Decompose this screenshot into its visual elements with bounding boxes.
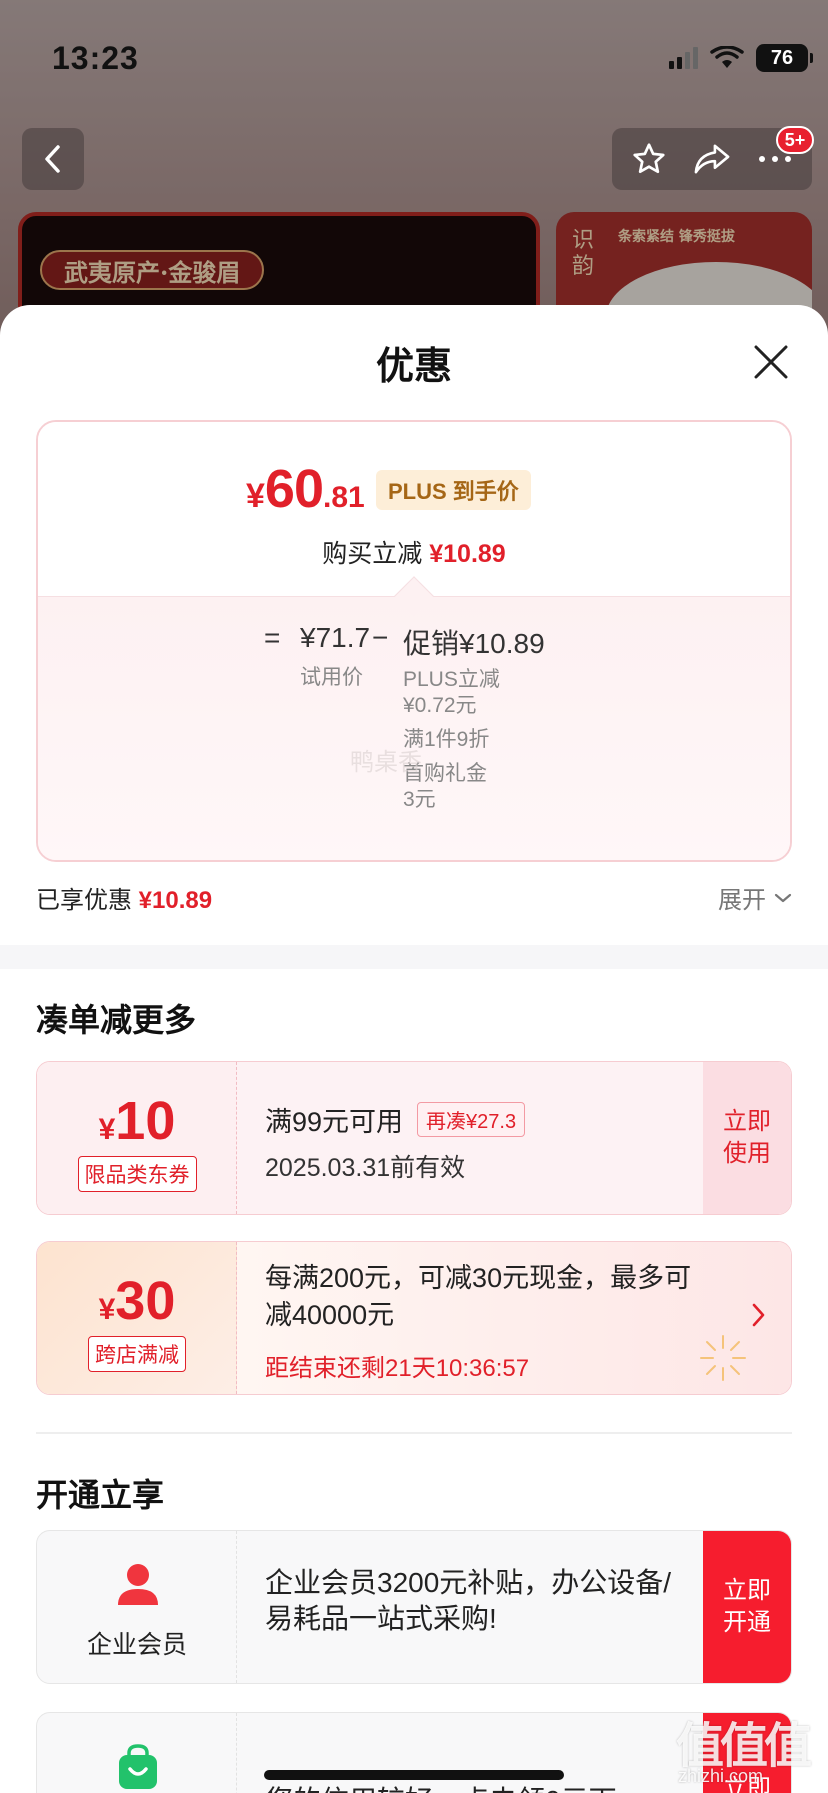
calc-detail-2: ¥0.72元 [403, 694, 477, 717]
divider-line [36, 1432, 792, 1434]
use-now-button[interactable]: 立即使用 [703, 1062, 791, 1214]
plus-price-tag: PLUS 到手价 [376, 470, 531, 510]
buy-minus-line: 购买立减 ¥10.89 [38, 534, 790, 570]
status-icons: 76 [669, 44, 813, 72]
price-breakdown-card: ¥ 60 .81 PLUS 到手价 购买立减 ¥10.89 = ¥71.7 试用… [36, 420, 792, 862]
site-watermark-url: zhizhi.com [678, 1766, 764, 1786]
calc-detail-5: 3元 [403, 788, 436, 811]
expand-label: 展开 [718, 887, 766, 914]
section-title-more: 凑单减更多 [36, 1002, 197, 1038]
price-currency: ¥ [246, 477, 265, 515]
coupon-amount: ¥30 [37, 1270, 237, 1332]
enterprise-member-card[interactable]: 企业会员 企业会员3200元补贴，办公设备/易耗品一站式采购! 立即开通 [36, 1530, 792, 1684]
calc-trial-label: 试用价 [300, 666, 363, 689]
calc-promo: 促销¥10.89 [403, 628, 545, 659]
watermark-text: 鸭桌香 [350, 749, 422, 776]
coupon-description: 每满200元，可减30元现金，最多可减40000元 [265, 1263, 692, 1330]
coupon-condition: 满99元可用 [265, 1107, 404, 1137]
status-bar: 13:23 76 [0, 0, 828, 120]
discount-sheet: 优惠 ¥ 60 .81 PLUS 到手价 购买立减 ¥10.89 = ¥71.7… [0, 305, 828, 1793]
coupon-extra-pill: 再凑¥27.3 [417, 1102, 526, 1137]
final-price: ¥ 60 .81 [246, 458, 365, 520]
coupon-tag: 跨店满减 [88, 1336, 186, 1372]
enjoyed-label: 已享优惠 [36, 887, 132, 914]
message-badge: 5+ [776, 126, 814, 154]
price-integer: 60 [264, 459, 324, 519]
calc-trial-price: ¥71.7 [300, 622, 371, 653]
expand-button[interactable]: 展开 [718, 880, 792, 915]
calc-minus: − [372, 622, 389, 653]
enjoyed-discount: 已享优惠 ¥10.89 [36, 880, 212, 915]
calc-detail-1: PLUS立减 [403, 668, 500, 691]
price-summary: ¥ 60 .81 PLUS 到手价 购买立减 ¥10.89 [38, 422, 790, 596]
coupon-value-panel: ¥10 限品类东券 [37, 1062, 237, 1214]
chevron-right-icon[interactable] [751, 1302, 767, 1328]
coupon-tag-wrap: 跨店满减 [37, 1336, 237, 1372]
share-button[interactable] [692, 139, 732, 179]
coupon-condition-line: 满99元可用 再凑¥27.3 [265, 1100, 526, 1139]
coupon-amount-number: 30 [115, 1271, 176, 1331]
back-button[interactable] [22, 128, 84, 190]
price-decimal: .81 [323, 481, 365, 514]
battery-icon: 76 [756, 44, 813, 72]
favorite-button[interactable] [629, 139, 669, 179]
coupon-value-panel: ¥30 跨店满减 [37, 1242, 237, 1394]
firework-icon [700, 1335, 746, 1381]
member-description: 企业会员3200元补贴，办公设备/易耗品一站式采购! [265, 1567, 672, 1634]
chevron-left-icon [45, 145, 60, 173]
section-divider [0, 945, 828, 969]
coupon-amount: ¥10 [37, 1090, 237, 1152]
coupon-currency: ¥ [98, 1113, 116, 1146]
enjoyed-value: ¥10.89 [138, 887, 213, 914]
signal-icon [669, 47, 698, 69]
member-icon-panel [37, 1713, 237, 1793]
share-icon [694, 144, 730, 174]
user-icon [118, 1564, 158, 1605]
section-title-open: 开通立享 [36, 1477, 165, 1513]
coupon-valid-date: 2025.03.31前有效 [265, 1154, 466, 1182]
buy-minus-label: 购买立减 [322, 540, 423, 568]
coupon-info: 每满200元，可减30元现金，最多可减40000元 距结束还剩21天10:36:… [237, 1242, 791, 1394]
more-dots-icon [758, 156, 791, 162]
chevron-down-icon [774, 893, 792, 902]
member-icon-panel: 企业会员 [37, 1531, 237, 1683]
close-icon[interactable] [750, 341, 792, 383]
calc-equals: = [264, 622, 281, 653]
buy-minus-value: ¥10.89 [429, 540, 506, 568]
coupon-countdown: 距结束还剩21天10:36:57 [265, 1355, 530, 1382]
open-now-button[interactable]: 立即开通 [703, 1531, 791, 1683]
coupon-currency: ¥ [98, 1293, 116, 1326]
coupon-tag: 限品类东券 [77, 1156, 197, 1192]
star-icon [633, 143, 665, 174]
coupon-tag-wrap: 限品类东券 [37, 1156, 237, 1192]
status-time: 13:23 [52, 40, 139, 76]
credit-description: 您的信用较好，点击领0元下 [265, 1783, 685, 1793]
home-indicator[interactable] [264, 1770, 564, 1780]
coupon-amount-number: 10 [115, 1091, 176, 1151]
coupon-card-30[interactable]: ¥30 跨店满减 每满200元，可减30元现金，最多可减40000元 距结束还剩… [36, 1241, 792, 1395]
sheet-title: 优惠 [375, 346, 452, 388]
member-label: 企业会员 [86, 1631, 187, 1659]
coupon-card-10[interactable]: ¥10 限品类东券 满99元可用 再凑¥27.3 2025.03.31前有效 已… [36, 1061, 792, 1215]
wifi-icon [710, 46, 744, 68]
shopping-bag-icon [119, 1744, 157, 1789]
